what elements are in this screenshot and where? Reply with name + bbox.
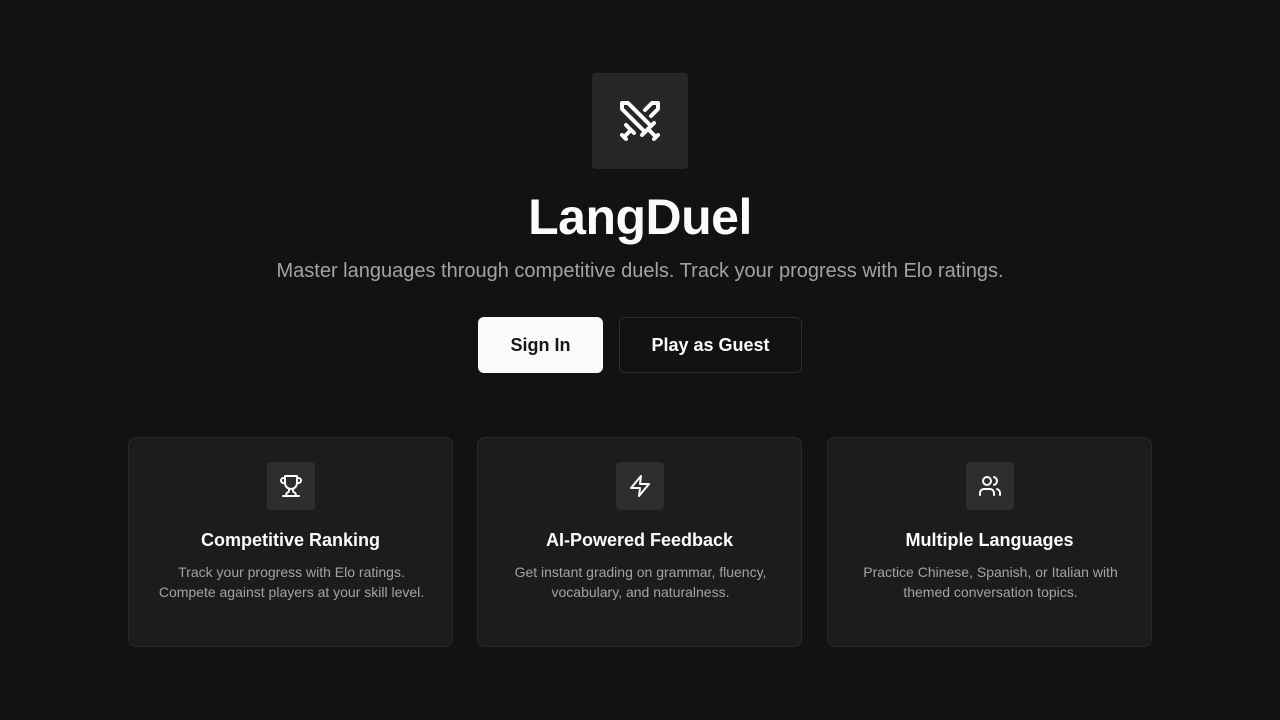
trophy-icon-box <box>267 462 315 510</box>
users-icon-box <box>966 462 1014 510</box>
play-as-guest-button[interactable]: Play as Guest <box>619 317 802 373</box>
feature-title: AI-Powered Feedback <box>545 530 734 550</box>
feature-title: Competitive Ranking <box>200 530 381 550</box>
logo <box>592 73 688 169</box>
feature-description: Get instant grading on grammar, fluency,… <box>514 564 767 600</box>
app-subtitle: Master languages through competitive due… <box>276 260 1004 282</box>
feature-title: Multiple Languages <box>905 530 1074 550</box>
feature-card-competitive-ranking: Competitive Ranking Track your progress … <box>128 437 453 647</box>
users-icon <box>979 476 1001 496</box>
lightning-icon-box <box>616 462 664 510</box>
sign-in-button[interactable]: Sign In <box>478 317 603 373</box>
feature-card-multiple-languages: Multiple Languages Practice Chinese, Spa… <box>827 437 1152 647</box>
feature-card-ai-feedback: AI-Powered Feedback Get instant grading … <box>477 437 802 647</box>
lightning-icon <box>630 475 650 497</box>
trophy-icon <box>280 475 302 497</box>
feature-description: Track your progress with Elo ratings. Co… <box>158 564 425 600</box>
feature-description: Practice Chinese, Spanish, or Italian wi… <box>863 564 1118 600</box>
crossed-swords-icon <box>620 101 660 141</box>
landing-page: LangDuel Master languages through compet… <box>0 0 1280 720</box>
app-title: LangDuel <box>528 189 752 245</box>
